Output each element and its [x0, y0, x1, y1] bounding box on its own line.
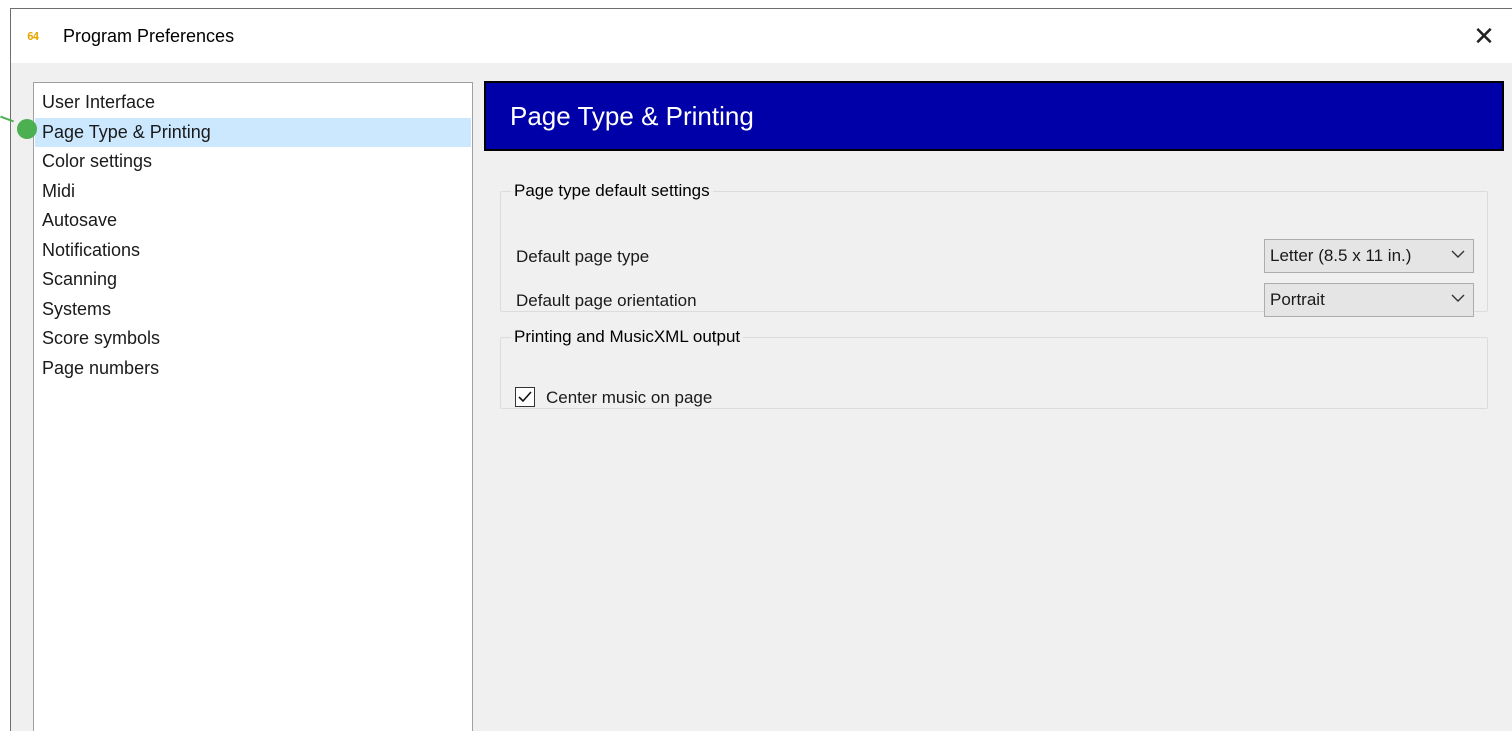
- sidebar-item-scanning[interactable]: Scanning: [35, 265, 471, 295]
- sidebar-item-notifications[interactable]: Notifications: [35, 236, 471, 266]
- pointer-marker-dot: [17, 119, 37, 139]
- close-button[interactable]: ✕: [1456, 9, 1512, 63]
- default-page-orientation-dropdown[interactable]: Portrait: [1264, 283, 1474, 317]
- sidebar-item-autosave[interactable]: Autosave: [35, 206, 471, 236]
- preferences-window: 64 Program Preferences ✕ User Interface …: [10, 8, 1512, 731]
- default-page-type-label: Default page type: [516, 247, 650, 266]
- section-header-banner: Page Type & Printing: [484, 81, 1504, 151]
- printing-musicxml-group: Printing and MusicXML output Center musi…: [500, 327, 1488, 409]
- window-title: Program Preferences: [63, 26, 235, 46]
- title-bar[interactable]: 64 Program Preferences ✕: [11, 9, 1512, 63]
- sidebar-item-midi[interactable]: Midi: [35, 177, 471, 207]
- preferences-category-list[interactable]: User Interface Page Type & Printing Colo…: [33, 82, 473, 731]
- checkmark-icon: [518, 391, 532, 403]
- default-page-orientation-label: Default page orientation: [516, 291, 697, 310]
- center-music-checkbox[interactable]: [515, 387, 535, 407]
- app-icon: 64: [27, 30, 39, 43]
- close-icon: ✕: [1473, 20, 1495, 51]
- sidebar-item-page-type-printing[interactable]: Page Type & Printing: [35, 117, 471, 147]
- page-type-group-legend: Page type default settings: [514, 181, 710, 200]
- sidebar-item-color-settings[interactable]: Color settings: [35, 147, 471, 177]
- default-page-orientation-value: Portrait: [1270, 290, 1325, 309]
- sidebar-item-score-symbols[interactable]: Score symbols: [35, 324, 471, 354]
- default-page-type-dropdown[interactable]: Letter (8.5 x 11 in.): [1264, 239, 1474, 273]
- chevron-down-icon: [1451, 250, 1465, 258]
- printing-group-legend: Printing and MusicXML output: [514, 327, 741, 346]
- default-page-type-value: Letter (8.5 x 11 in.): [1270, 246, 1412, 265]
- center-music-label[interactable]: Center music on page: [546, 388, 712, 408]
- sidebar-item-systems[interactable]: Systems: [35, 295, 471, 325]
- chevron-down-icon: [1451, 294, 1465, 302]
- sidebar-item-user-interface[interactable]: User Interface: [35, 88, 471, 118]
- page-type-settings-group: Page type default settings Default page …: [500, 181, 1488, 317]
- sidebar-item-page-numbers[interactable]: Page numbers: [35, 354, 471, 384]
- section-header-title: Page Type & Printing: [510, 101, 754, 131]
